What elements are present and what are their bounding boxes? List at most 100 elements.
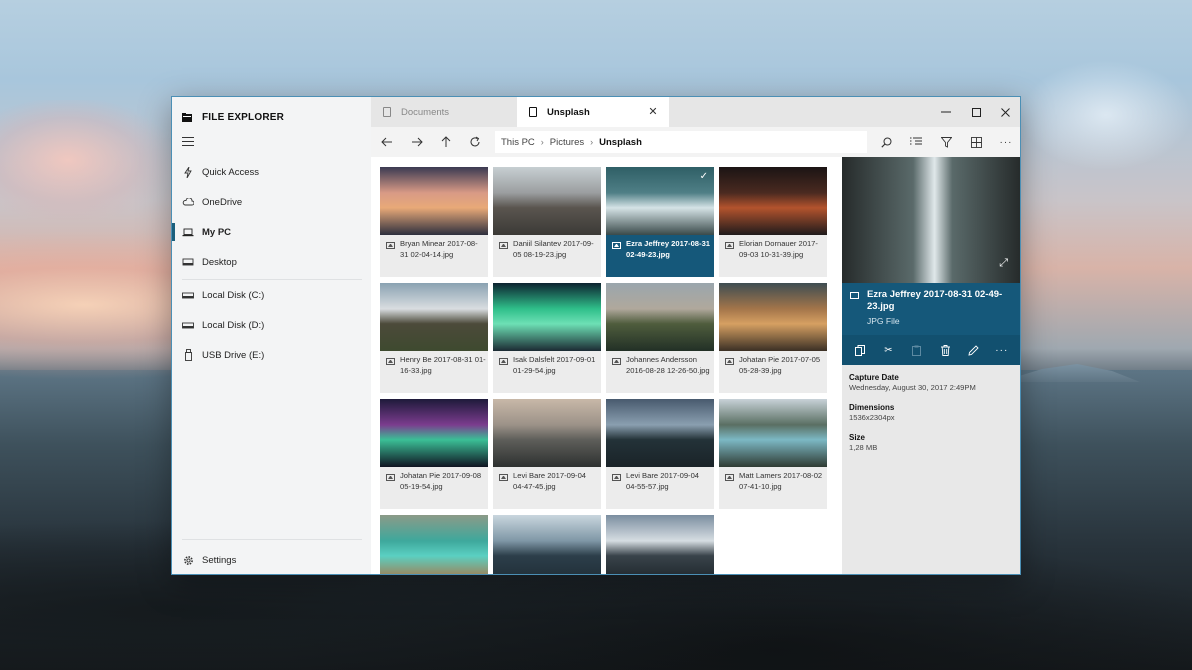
file-tile[interactable]: Johannes Andersson 2016-08-28 12-26-50.j… — [606, 283, 714, 393]
minimize-button[interactable] — [931, 97, 961, 127]
more-options-button[interactable]: ··· — [996, 132, 1016, 152]
file-name: Johatan Pie 2017-09-08 05-19-54.jpg — [400, 471, 482, 491]
image-file-icon — [725, 358, 734, 365]
file-tile[interactable]: Daniil Silantev 2017-09-05 08-19-23.jpg — [493, 167, 601, 277]
preview-file-name: Ezra Jeffrey 2017-08-31 02-49-23.jpg — [867, 289, 1003, 312]
sidebar-item-usb-drive-e[interactable]: USB Drive (E:) — [172, 342, 371, 368]
sidebar-item-my-pc[interactable]: My PC — [172, 219, 371, 245]
close-tab-icon[interactable]: ✕ — [647, 106, 659, 118]
arrow-left-icon — [381, 137, 392, 147]
gear-icon — [182, 554, 194, 566]
preview-pane: ⤢ Ezra Jeffrey 2017-08-31 02-49-23.jpg J… — [842, 157, 1020, 574]
file-name: Elorian Dornauer 2017-09-03 10-31-39.jpg — [739, 239, 818, 259]
sidebar-item-label: Local Disk (D:) — [202, 319, 265, 331]
checkmark-icon[interactable]: ✓ — [700, 171, 708, 182]
hamburger-menu-icon[interactable] — [182, 137, 194, 149]
sidebar-item-quick-access[interactable]: Quick Access — [172, 159, 371, 185]
file-name: Matt Lamers 2017-08-02 07-41-10.jpg — [739, 471, 823, 491]
expand-icon[interactable]: ⤢ — [999, 257, 1008, 270]
sidebar-item-label: My PC — [202, 226, 232, 238]
file-tile[interactable]: Bryan Minear 2017-08-31 02-04-14.jpg — [380, 167, 488, 277]
file-thumbnail — [380, 167, 488, 235]
desktop-wallpaper-mountain — [1000, 364, 1140, 382]
document-icon — [529, 107, 537, 117]
file-tile[interactable]: Johatan Pie 2017-07-05 05-28-39.jpg — [719, 283, 827, 393]
filter-button[interactable] — [936, 132, 956, 152]
breadcrumb[interactable]: This PC › Pictures › Unsplash — [495, 131, 867, 153]
file-name: Johatan Pie 2017-07-05 05-28-39.jpg — [739, 355, 821, 375]
file-tile[interactable] — [493, 515, 601, 574]
copy-icon — [855, 344, 866, 356]
drive-icon — [182, 319, 194, 331]
file-thumbnail — [493, 515, 601, 574]
sidebar-item-local-disk-d[interactable]: Local Disk (D:) — [172, 312, 371, 338]
copy-button[interactable] — [851, 341, 869, 359]
file-thumbnail — [606, 515, 714, 574]
tab-unsplash[interactable]: Unsplash ✕ — [517, 97, 669, 127]
maximize-button[interactable] — [961, 97, 991, 127]
up-button[interactable] — [436, 132, 456, 152]
meta-label: Capture Date — [849, 373, 899, 382]
view-grid-button[interactable] — [966, 132, 986, 152]
refresh-button[interactable] — [465, 132, 485, 152]
file-tile[interactable]: Henry Be 2017-08-31 01-16-33.jpg — [380, 283, 488, 393]
trash-icon — [940, 344, 950, 356]
paste-button[interactable] — [908, 341, 926, 359]
meta-dimensions: Dimensions 1536x2304px — [849, 403, 895, 423]
file-name: Ezra Jeffrey 2017-08-31 02-49-23.jpg — [626, 239, 711, 259]
preview-file-type: JPG File — [867, 316, 900, 326]
sidebar-item-label: USB Drive (E:) — [202, 349, 265, 361]
folder-icon — [182, 112, 192, 122]
search-icon — [880, 137, 891, 148]
back-button[interactable] — [377, 132, 397, 152]
more-horizontal-icon: ··· — [995, 344, 1009, 356]
more-actions-button[interactable]: ··· — [993, 341, 1011, 359]
search-button[interactable] — [876, 132, 896, 152]
sidebar-item-label: Quick Access — [202, 166, 260, 178]
tab-label: Documents — [401, 106, 450, 118]
delete-button[interactable] — [936, 341, 954, 359]
file-thumbnail — [380, 515, 488, 574]
file-tile[interactable] — [606, 515, 714, 574]
forward-button[interactable] — [407, 132, 427, 152]
image-file-icon — [499, 242, 508, 249]
sidebar-divider — [182, 279, 362, 280]
cloud-icon — [182, 196, 194, 208]
sidebar-item-onedrive[interactable]: OneDrive — [172, 189, 371, 215]
filter-icon — [940, 136, 952, 148]
file-tile[interactable]: Johatan Pie 2017-09-08 05-19-54.jpg — [380, 399, 488, 509]
file-tile[interactable]: ✓ Ezra Jeffrey 2017-08-31 02-49-23.jpg — [606, 167, 714, 277]
breadcrumb-current[interactable]: Unsplash — [599, 137, 642, 148]
file-tile[interactable]: Matt Lamers 2017-08-02 07-41-10.jpg — [719, 399, 827, 509]
file-tile[interactable]: Elorian Dornauer 2017-09-03 10-31-39.jpg — [719, 167, 827, 277]
sidebar-item-label: Desktop — [202, 256, 237, 268]
chevron-right-icon: › — [590, 137, 594, 147]
sidebar-item-settings[interactable]: Settings — [172, 547, 371, 573]
file-tile[interactable]: Levi Bare 2017-09-04 04-55-57.jpg — [606, 399, 714, 509]
image-file-icon — [386, 474, 395, 481]
preview-image[interactable] — [842, 157, 1020, 283]
sidebar-item-label: Local Disk (C:) — [202, 289, 265, 301]
file-thumbnail — [719, 167, 827, 235]
breadcrumb-item[interactable]: This PC — [501, 137, 535, 148]
file-tile[interactable]: Levi Bare 2017-09-04 04-47-45.jpg — [493, 399, 601, 509]
rename-button[interactable] — [964, 341, 982, 359]
breadcrumb-item[interactable]: Pictures — [550, 137, 584, 148]
sort-button[interactable] — [906, 132, 926, 152]
lightning-icon — [182, 166, 194, 178]
preview-actions: ✂ ··· — [842, 335, 1020, 365]
file-explorer-window: FILE EXPLORER Quick Access OneDrive My P… — [171, 96, 1021, 575]
file-thumbnail — [606, 167, 714, 235]
file-thumbnail — [380, 283, 488, 351]
sidebar-item-local-disk-c[interactable]: Local Disk (C:) — [172, 282, 371, 308]
file-tile[interactable] — [380, 515, 488, 574]
desktop-icon — [182, 256, 194, 268]
sidebar-item-desktop[interactable]: Desktop — [172, 249, 371, 275]
refresh-icon — [470, 136, 480, 147]
pencil-icon — [968, 344, 979, 356]
file-name: Levi Bare 2017-09-04 04-55-57.jpg — [626, 471, 700, 491]
close-window-button[interactable] — [990, 97, 1020, 127]
file-tile[interactable]: Isak Dalsfelt 2017-09-01 01-29-54.jpg — [493, 283, 601, 393]
tab-documents[interactable]: Documents — [371, 97, 517, 127]
cut-button[interactable]: ✂ — [879, 341, 897, 359]
